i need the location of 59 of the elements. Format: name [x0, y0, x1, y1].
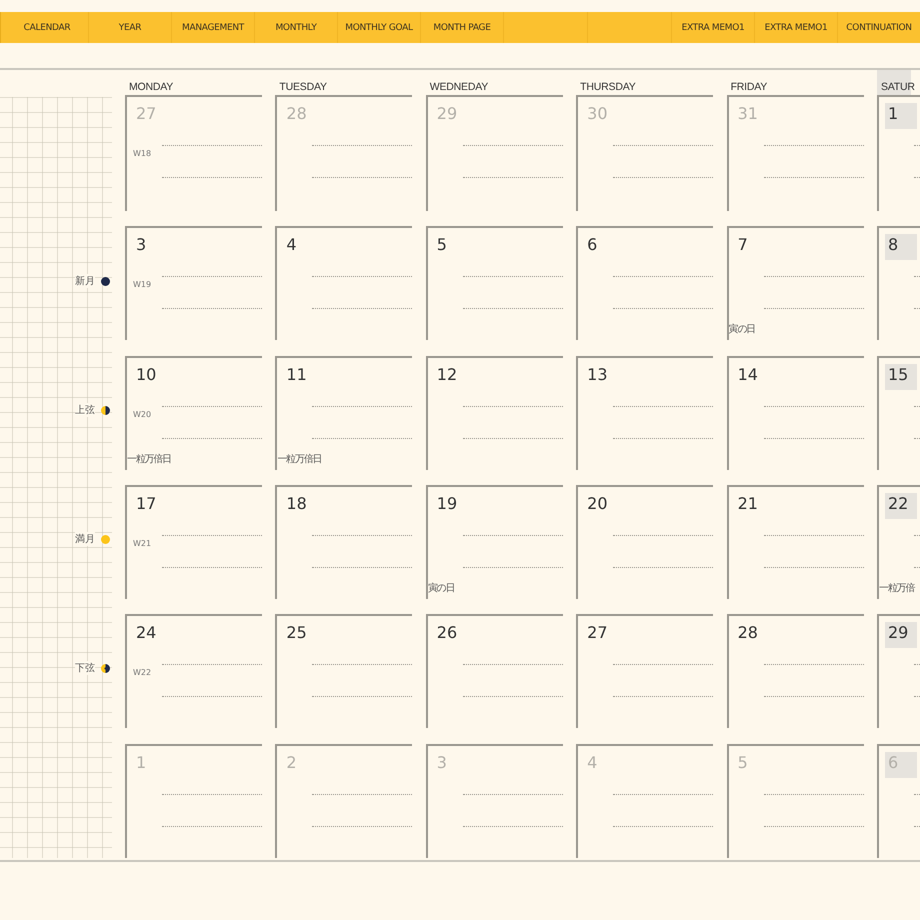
date-number: 28: [285, 103, 308, 126]
date-number: 24: [135, 622, 158, 644]
date-number: 12: [436, 364, 458, 386]
date-number: 29: [884, 622, 917, 648]
weekday-header: SATUR: [876, 70, 920, 97]
date-number: 31: [736, 103, 759, 126]
day-note: 一粒万倍: [878, 582, 914, 596]
week-number: W19: [133, 280, 152, 290]
date-number: 6: [586, 234, 598, 256]
date-number: 28: [736, 622, 759, 644]
date-number: 18: [285, 493, 308, 516]
date-number: 27: [586, 622, 609, 644]
week-number: W21: [133, 539, 152, 548]
circle-icon: [101, 534, 110, 544]
half-moon-icon: [101, 406, 110, 414]
date-number: 27: [135, 103, 158, 126]
date-number: 3: [135, 234, 148, 256]
date-number: 4: [285, 234, 298, 256]
date-number: 13: [586, 364, 609, 386]
moon-phase-label: 新月: [75, 274, 95, 288]
date-number: 26: [436, 622, 458, 644]
date-number: 30: [586, 103, 609, 126]
date-number: 20: [586, 493, 609, 516]
weekday-header: TUESDAY: [275, 70, 412, 97]
date-number: 14: [736, 364, 759, 386]
date-number: 5: [736, 752, 749, 774]
date-number: 22: [884, 493, 917, 520]
weekday-header: WEDNEDAY: [426, 70, 563, 97]
half-moon-icon: [101, 664, 110, 672]
date-number: 2: [285, 752, 298, 774]
date-number: 3: [436, 752, 448, 774]
moon-phase-label: 上弦: [75, 403, 95, 417]
date-number: 25: [285, 622, 308, 644]
date-number: 8: [884, 234, 917, 260]
weekday-header: FRIDAY: [726, 70, 864, 97]
date-number: 5: [436, 234, 448, 256]
week-number: W20: [133, 410, 152, 419]
date-number: 10: [135, 364, 158, 386]
day-note: 一粒万倍日: [277, 452, 322, 466]
date-number: 7: [736, 234, 749, 256]
date-number: 1: [884, 103, 917, 130]
day-note: 寅の日: [428, 582, 454, 596]
date-number: 19: [436, 493, 458, 516]
date-number: 17: [135, 493, 158, 516]
date-number: 29: [436, 103, 458, 126]
day-note: 寅の日: [728, 322, 755, 336]
weekday-header: MONDAY: [125, 70, 262, 97]
weekday-header: THURSDAY: [576, 70, 714, 97]
date-number: 4: [586, 752, 598, 774]
dark-circle-icon: [101, 276, 110, 286]
week-number: W18: [133, 149, 152, 158]
date-number: 21: [736, 493, 759, 516]
moon-phase-label: 満月: [75, 532, 95, 546]
date-number: 1: [135, 752, 148, 774]
date-number: 15: [884, 364, 917, 390]
week-number: W22: [133, 668, 152, 678]
date-number: 11: [285, 364, 308, 386]
day-note: 一粒万倍日: [127, 452, 172, 466]
moon-phase-label: 下弦: [75, 661, 95, 675]
